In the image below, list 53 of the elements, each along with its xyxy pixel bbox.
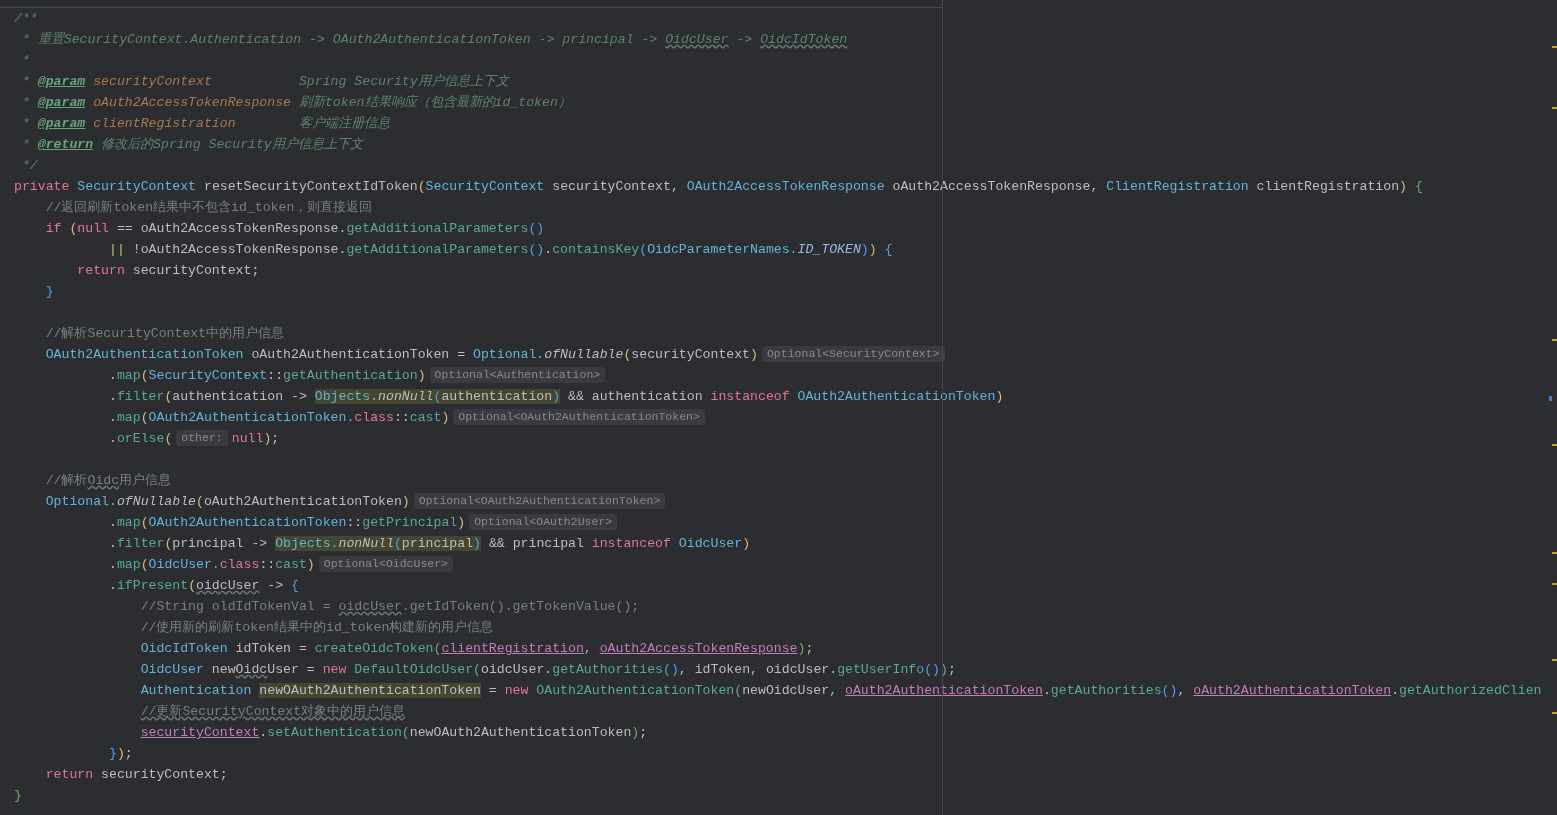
code-text: .ifPresent(oidcUser -> { — [107, 578, 299, 593]
code-comment: * @param clientRegistration 客户端注册信息 — [20, 116, 390, 131]
code-text: OidcIdToken idToken = createOidcToken(clientRegistration, oAuth2AccessTokenResponse); — [139, 641, 814, 656]
scrollbar-mark — [1552, 339, 1557, 341]
code-text: securityContext.setAuthentication(newOAuth2AuthenticationToken); — [139, 725, 648, 740]
code-text: null); — [231, 431, 280, 446]
code-text: }); — [107, 746, 133, 761]
scrollbar-mark — [1552, 583, 1557, 585]
code-text: .map(OAuth2AuthenticationToken.class::cast) — [107, 410, 450, 425]
scrollbar-mark — [1552, 552, 1557, 554]
code-comment: //String oldIdTokenVal = oidcUser.getIdToken().getTokenValue(); — [139, 599, 640, 614]
code-comment: * @param oAuth2AccessTokenResponse 刷新token结果响应（包含最新的id_token） — [20, 95, 571, 110]
scrollbar-mark — [1549, 396, 1552, 401]
code-comment: */ — [20, 158, 38, 173]
code-text: } — [44, 284, 54, 299]
inlay-hint: Optional<OAuth2User> — [469, 514, 618, 530]
code-text: .filter(principal -> Objects.nonNull(principal) && principal instanceof OidcUser) — [107, 536, 751, 551]
code-text: || !oAuth2AccessTokenResponse.getAdditionalParameters().containsKey(OidcParameterNames.ID_TOKEN)) { — [107, 242, 893, 257]
scrollbar-mark — [1552, 46, 1557, 48]
code-text: return securityContext; — [76, 263, 260, 278]
code-text: OidcUser newOidcUser = new DefaultOidcUser(oidcUser.getAuthorities(), idToken, oidcUser.getUserInfo()); — [139, 662, 956, 677]
code-text: return securityContext; — [44, 767, 228, 782]
scrollbar-mark — [1552, 107, 1557, 109]
inlay-hint: Optional<OAuth2AuthenticationToken> — [413, 493, 666, 509]
scrollbar-mark — [1552, 659, 1557, 661]
code-text: OAuth2AuthenticationToken oAuth2AuthenticationToken = Optional.ofNullable(securityContext) — [44, 347, 758, 362]
code-comment: //返回刷新token结果中不包含id_token，则直接返回 — [44, 200, 373, 215]
code-comment: * @param securityContext Spring Security用户信息上下文 — [20, 74, 509, 89]
code-comment: //使用新的刷新token结果中的id_token构建新的用户信息 — [139, 620, 494, 635]
code-text: Authentication newOAuth2AuthenticationToken = new OAuth2AuthenticationToken(newOidcUser, oAuth2AuthenticationToken.getAuthorities(), oAuth2AuthenticationToken.getAuthorizedClien — [139, 683, 1542, 698]
inlay-hint: Optional<OAuth2AuthenticationToken> — [453, 409, 705, 425]
code-comment: //更新SecurityContext对象中的用户信息 — [139, 704, 406, 719]
code-text: if (null == oAuth2AccessTokenResponse.getAdditionalParameters() — [44, 221, 545, 236]
code-text: .map(OidcUser.class::cast) — [107, 557, 315, 572]
code-comment: * 重置SecurityContext.Authentication -> OAuth2AuthenticationToken -> principal -> OidcUser -> OidcIdToken — [20, 32, 848, 47]
code-text: .map(OAuth2AuthenticationToken::getPrincipal) — [107, 515, 466, 530]
code-comment: /** — [14, 11, 38, 26]
code-comment: //解析Oidc用户信息 — [44, 473, 172, 488]
inlay-hint: Optional<SecurityContext> — [761, 346, 945, 362]
scrollbar-mark — [1552, 444, 1557, 446]
code-text: .map(SecurityContext::getAuthentication) — [107, 368, 426, 383]
code-text: Optional.ofNullable(oAuth2AuthenticationToken) — [44, 494, 410, 509]
code-text: .orElse( — [107, 431, 173, 446]
code-comment: * — [20, 53, 30, 68]
inlay-hint: Optional<OidcUser> — [318, 556, 453, 572]
code-text: } — [14, 788, 22, 803]
inlay-hint: other: — [176, 430, 228, 446]
code-comment: //解析SecurityContext中的用户信息 — [44, 326, 285, 341]
inlay-hint: Optional<Authentication> — [429, 367, 606, 383]
code-text: .filter(authentication -> Objects.nonNull(authentication) && authentication instanceof OAuth2AuthenticationToken) — [107, 389, 1004, 404]
code-text: private SecurityContext resetSecurityContextIdToken(SecurityContext securityContext, OAuth2AccessTokenResponse oAuth2AccessTokenResponse, ClientRegistration clientRegistration) { — [14, 179, 1423, 194]
scrollbar-mark — [1552, 712, 1557, 714]
code-comment: * @return 修改后的Spring Security用户信息上下文 — [20, 137, 363, 152]
